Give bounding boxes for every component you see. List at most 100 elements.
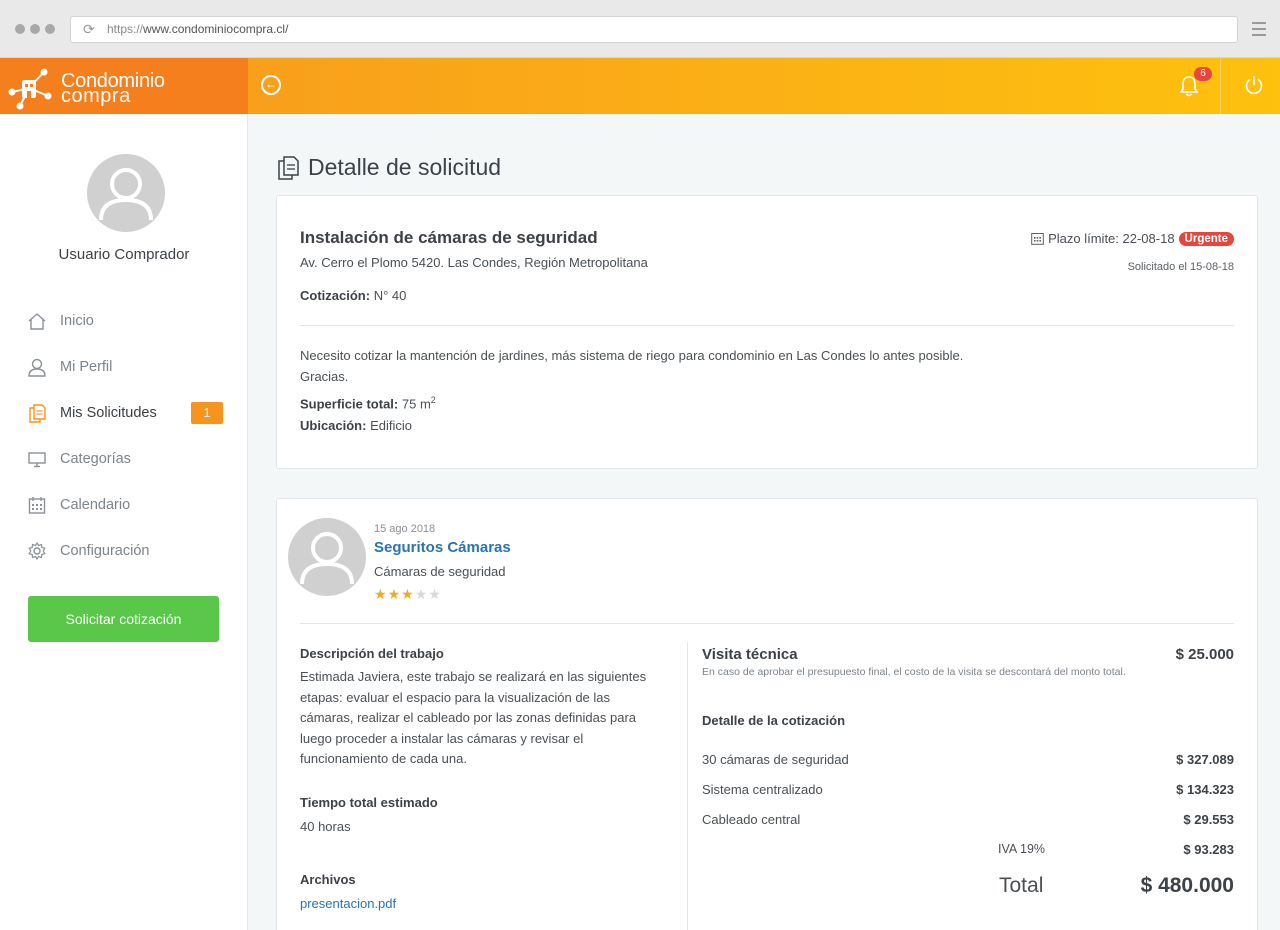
logo-icon <box>8 68 52 110</box>
line-item-amount: $ 29.553 <box>1183 812 1234 827</box>
request-description: Necesito cotizar la mantención de jardin… <box>300 348 964 384</box>
work-description: Estimada Javiera, este trabajo se realiz… <box>300 669 647 766</box>
total-amount: $ 480.000 <box>1140 874 1234 897</box>
request-deadline: Plazo límite: 22-08-18 Urgente <box>1031 231 1234 246</box>
provider-quote-date: 15 ago 2018 <box>374 523 436 535</box>
reload-icon[interactable]: ⟳ <box>83 17 95 42</box>
quote-line-item: 30 cámaras de seguridad $ 327.089 <box>702 752 1234 767</box>
notification-badge: 6 <box>1194 67 1212 81</box>
provider-rating: ★★★★★ <box>374 586 442 603</box>
technical-visit-note: En caso de aprobar el presupuesto final,… <box>702 666 1126 678</box>
line-item-label: Cableado central <box>702 812 801 827</box>
location-value: Edificio <box>370 418 413 433</box>
request-card: Instalación de cámaras de seguridad Av. … <box>276 195 1258 469</box>
iva-amount: $ 93.283 <box>1183 842 1234 857</box>
quote-line-item: Sistema centralizado $ 134.323 <box>702 782 1234 797</box>
quote-number-label: Cotización: <box>300 288 371 303</box>
location-label: Ubicación: <box>300 418 367 433</box>
sidebar-item-label: Mi Perfil <box>60 359 113 375</box>
total-label: Total <box>999 874 1044 897</box>
request-surface: Superficie total: 75 m2 <box>300 395 436 411</box>
surface-label: Superficie total: <box>300 396 399 412</box>
page-title: Detalle de solicitud <box>276 154 501 181</box>
sidebar-item-label: Configuración <box>60 543 150 559</box>
avatar-placeholder-icon <box>300 532 354 585</box>
sidebar-item-inicio[interactable]: Inicio <box>0 298 248 344</box>
request-quote-button[interactable]: Solicitar cotización <box>28 596 219 642</box>
divider <box>300 325 1234 326</box>
monitor-icon <box>27 449 47 469</box>
sidebar-item-calendario[interactable]: Calendario <box>0 482 248 528</box>
back-arrow-icon[interactable]: ← <box>261 75 281 95</box>
request-quote-number: Cotización: N° 40 <box>300 288 406 303</box>
browser-menu-icon[interactable] <box>1252 22 1266 40</box>
calendar-icon <box>27 495 47 515</box>
line-item-amount: $ 134.323 <box>1176 782 1234 797</box>
browser-chrome: ⟳ https://www.condominiocompra.cl/ <box>0 0 1280 58</box>
home-icon <box>27 311 47 331</box>
provider-category: Cámaras de seguridad <box>374 564 506 579</box>
user-icon <box>27 357 47 377</box>
star-filled-icon: ★ <box>374 586 388 602</box>
file-link[interactable]: presentacion.pdf <box>300 896 396 911</box>
column-divider <box>687 642 688 930</box>
sidebar-item-label: Inicio <box>60 313 94 329</box>
star-empty-icon: ★ <box>428 586 442 602</box>
request-title: Instalación de cámaras de seguridad <box>300 228 598 247</box>
logo-text-line2: compra <box>61 85 131 107</box>
provider-avatar[interactable] <box>288 518 366 596</box>
deadline-text: Plazo límite: 22-08-18 <box>1048 231 1175 246</box>
url-text: https://www.condominiocompra.cl/ <box>107 22 289 36</box>
sidebar-item-label: Categorías <box>60 451 131 467</box>
gear-icon <box>27 541 47 561</box>
quote-number-value: N° 40 <box>373 288 407 303</box>
line-item-label: Sistema centralizado <box>702 782 823 797</box>
documents-icon <box>278 155 299 180</box>
documents-icon <box>27 403 47 423</box>
surface-value: 75 m <box>401 396 431 412</box>
sidebar-item-configuracion[interactable]: Configuración <box>0 528 248 574</box>
app-header: Condominio compra ← 6 <box>0 58 1280 114</box>
line-item-amount: $ 327.089 <box>1176 752 1234 767</box>
provider-name-link[interactable]: Seguritos Cámaras <box>374 539 511 556</box>
divider <box>300 623 1234 624</box>
quote-detail-title: Detalle de la cotización <box>702 713 846 728</box>
sidebar: Usuario Comprador Inicio Mi Perfil Mis S… <box>0 114 248 930</box>
star-filled-icon: ★ <box>387 586 402 602</box>
star-empty-icon: ★ <box>414 586 429 602</box>
sidebar-item-mis-solicitudes[interactable]: Mis Solicitudes 1 <box>0 390 248 436</box>
request-location: Ubicación: Edificio <box>300 418 412 433</box>
user-name: Usuario Comprador <box>58 246 190 263</box>
avatar-placeholder-icon <box>99 168 153 221</box>
page-title-text: Detalle de solicitud <box>308 154 502 180</box>
estimated-time-label: Tiempo total estimado <box>300 795 438 810</box>
requested-date: Solicitado el 15-08-18 <box>1127 261 1234 273</box>
calendar-icon <box>1031 233 1044 245</box>
technical-visit-title: Visita técnica <box>702 646 798 663</box>
request-address: Av. Cerro el Plomo 5420. Las Condes, Reg… <box>300 255 648 270</box>
quote-line-item: Cableado central $ 29.553 <box>702 812 1234 827</box>
user-avatar[interactable] <box>87 154 165 232</box>
files-label: Archivos <box>300 872 356 887</box>
sidebar-item-label: Calendario <box>60 497 131 513</box>
sidebar-nav: Inicio Mi Perfil Mis Solicitudes 1 Categ… <box>0 298 248 574</box>
iva-label: IVA 19% <box>998 842 1046 856</box>
estimated-time-value: 40 horas <box>300 819 351 834</box>
address-bar[interactable]: ⟳ https://www.condominiocompra.cl/ <box>70 16 1238 43</box>
technical-visit-price: $ 25.000 <box>1175 646 1234 663</box>
sidebar-item-label: Mis Solicitudes <box>60 405 157 421</box>
window-controls[interactable] <box>15 24 55 34</box>
logo[interactable]: Condominio compra <box>0 58 248 114</box>
header-divider <box>1220 58 1221 114</box>
star-filled-icon: ★ <box>401 586 415 602</box>
sidebar-item-categorias[interactable]: Categorías <box>0 436 248 482</box>
work-description-label: Descripción del trabajo <box>300 646 444 661</box>
sidebar-item-mi-perfil[interactable]: Mi Perfil <box>0 344 248 390</box>
line-item-label: 30 cámaras de seguridad <box>702 752 849 767</box>
solicitudes-count-badge: 1 <box>191 402 223 424</box>
urgent-badge: Urgente <box>1178 231 1234 246</box>
quote-card: 15 ago 2018 Seguritos Cámaras Cámaras de… <box>276 498 1258 930</box>
surface-unit-exponent: 2 <box>430 395 436 405</box>
main-content: Detalle de solicitud Instalación de cáma… <box>248 114 1280 930</box>
power-icon[interactable] <box>1243 74 1265 96</box>
